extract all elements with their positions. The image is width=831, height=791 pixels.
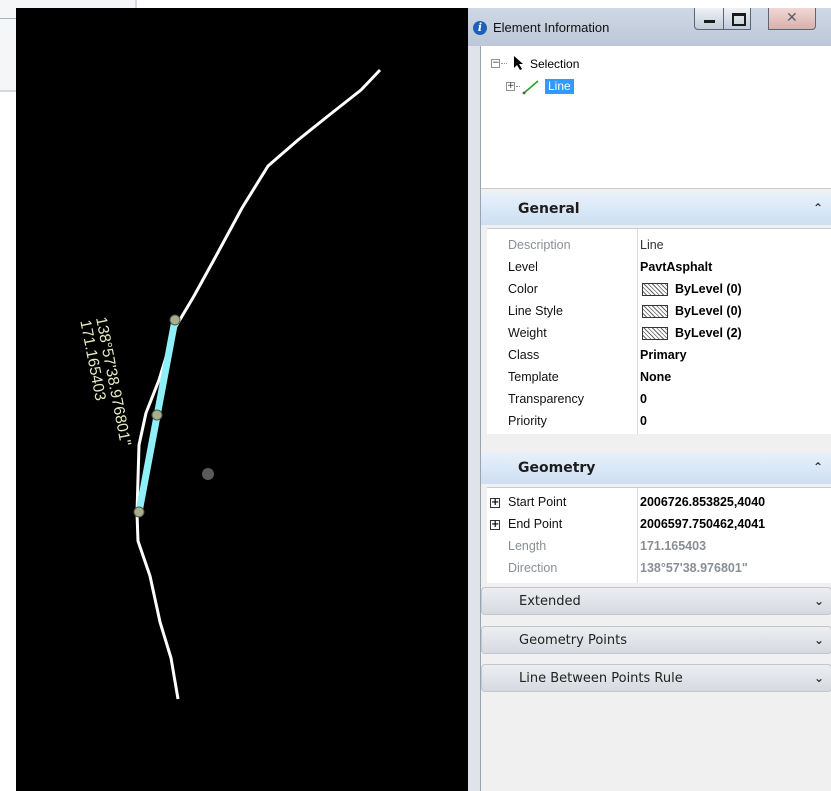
dialog-title: Element Information xyxy=(493,20,610,35)
property-name: Transparency xyxy=(508,392,584,406)
expand-line-icon[interactable]: + xyxy=(506,82,515,91)
tree-line-node[interactable]: Line xyxy=(545,79,574,94)
section-line-between-points-rule-header[interactable]: Line Between Points Rule ⌄ xyxy=(481,664,831,692)
expand-chevron-icon[interactable]: ⌄ xyxy=(814,671,824,685)
section-extended-header[interactable]: Extended ⌄ xyxy=(481,587,831,615)
tree-connector xyxy=(501,63,507,64)
section-title: Geometry xyxy=(518,460,596,476)
geometry-property-grid: + Start Point 2006726.853825,4040 + End … xyxy=(487,487,831,583)
property-value: 2006726.853825,4040 xyxy=(640,495,766,509)
property-name: Level xyxy=(508,260,538,274)
property-value: 2006597.750462,4041 xyxy=(640,517,766,531)
cad-viewport[interactable]: 138°57'38.976801" 171.165403 xyxy=(16,8,470,791)
property-name: Description xyxy=(508,238,571,252)
section-title: Line Between Points Rule xyxy=(519,671,683,686)
property-value: Primary xyxy=(640,348,687,362)
section-title: General xyxy=(518,201,580,217)
dimension-annotation: 138°57'38.976801" 171.165403 xyxy=(76,316,133,448)
property-value: 0 xyxy=(640,392,647,406)
property-row-class[interactable]: Class Primary xyxy=(487,345,831,367)
property-name: Priority xyxy=(508,414,547,428)
dialog-content: − Selection + Line General ⌃ Description xyxy=(480,46,831,791)
property-row-priority[interactable]: Priority 0 xyxy=(487,411,831,433)
expand-icon[interactable]: + xyxy=(490,520,500,530)
property-value: Line xyxy=(640,238,664,252)
title-bar[interactable]: i Element Information ✕ xyxy=(468,8,831,46)
mid-vertex-handle[interactable] xyxy=(151,409,163,421)
tree-selection-node[interactable]: Selection xyxy=(530,57,579,71)
property-row-level[interactable]: Level PavtAsphalt xyxy=(487,257,831,279)
property-name: Direction xyxy=(508,561,558,575)
property-value: ByLevel (0) xyxy=(675,304,742,318)
linestring-element[interactable] xyxy=(135,68,382,700)
property-row-direction[interactable]: Direction 138°57'38.976801" xyxy=(487,558,831,580)
section-geometry-points-header[interactable]: Geometry Points ⌄ xyxy=(481,626,831,654)
line-style-swatch-icon xyxy=(642,305,668,318)
end-vertex-handle[interactable] xyxy=(133,506,145,518)
section-title: Geometry Points xyxy=(519,633,628,648)
color-swatch-icon xyxy=(642,283,668,296)
maximize-button[interactable] xyxy=(723,8,751,30)
property-row-length[interactable]: Length 171.165403 xyxy=(487,536,831,558)
property-value: ByLevel (2) xyxy=(675,326,742,340)
expand-icon[interactable]: + xyxy=(490,498,500,508)
info-icon: i xyxy=(473,21,487,35)
weight-swatch-icon xyxy=(642,327,668,340)
close-icon: ✕ xyxy=(786,10,798,26)
maximize-icon xyxy=(732,13,746,26)
property-row-color[interactable]: Color ByLevel (0) xyxy=(487,279,831,301)
property-row-template[interactable]: Template None xyxy=(487,367,831,389)
minimize-icon xyxy=(704,20,715,23)
expand-chevron-icon[interactable]: ⌄ xyxy=(814,633,824,647)
property-row-end-point[interactable]: + End Point 2006597.750462,4041 xyxy=(487,514,831,536)
property-value: 171.165403 xyxy=(640,539,707,553)
property-row-line-style[interactable]: Line Style ByLevel (0) xyxy=(487,301,831,323)
cursor-dot xyxy=(202,468,214,480)
property-row-transparency[interactable]: Transparency 0 xyxy=(487,389,831,411)
property-value: None xyxy=(640,370,672,384)
property-value: 138°57'38.976801" xyxy=(640,561,748,575)
property-name: Color xyxy=(508,282,538,296)
drawing-canvas[interactable]: 138°57'38.976801" 171.165403 xyxy=(16,8,470,791)
property-name: Line Style xyxy=(508,304,563,318)
property-name: End Point xyxy=(508,517,563,531)
property-row-start-point[interactable]: + Start Point 2006726.853825,4040 xyxy=(487,492,831,514)
collapse-icon[interactable]: ⌃ xyxy=(813,460,823,474)
property-name: Start Point xyxy=(508,495,567,509)
property-value: 0 xyxy=(640,414,647,428)
property-row-description[interactable]: Description Line xyxy=(487,235,831,257)
property-row-weight[interactable]: Weight ByLevel (2) xyxy=(487,323,831,345)
general-property-grid: Description Line Level PavtAsphalt Color… xyxy=(487,228,831,434)
cursor-arrow-icon xyxy=(514,56,523,70)
expand-chevron-icon[interactable]: ⌄ xyxy=(814,594,824,608)
property-name: Length xyxy=(508,539,547,553)
element-information-dialog: i Element Information ✕ − Selection + Li… xyxy=(468,8,831,791)
property-name: Template xyxy=(508,370,559,384)
close-button[interactable]: ✕ xyxy=(768,8,816,30)
section-general-header[interactable]: General ⌃ xyxy=(481,193,831,225)
property-name: Class xyxy=(508,348,540,362)
property-value: ByLevel (0) xyxy=(675,282,742,296)
minimize-button[interactable] xyxy=(694,8,724,30)
selection-tree[interactable]: − Selection + Line xyxy=(481,46,831,189)
section-geometry-header[interactable]: Geometry ⌃ xyxy=(481,452,831,484)
collapse-selection-icon[interactable]: − xyxy=(491,59,500,68)
property-value: PavtAsphalt xyxy=(640,260,713,274)
line-element-icon xyxy=(522,80,539,95)
start-vertex-handle[interactable] xyxy=(169,314,181,326)
property-name: Weight xyxy=(508,326,547,340)
section-title: Extended xyxy=(519,594,581,609)
tree-connector xyxy=(516,86,520,87)
collapse-icon[interactable]: ⌃ xyxy=(813,201,823,215)
